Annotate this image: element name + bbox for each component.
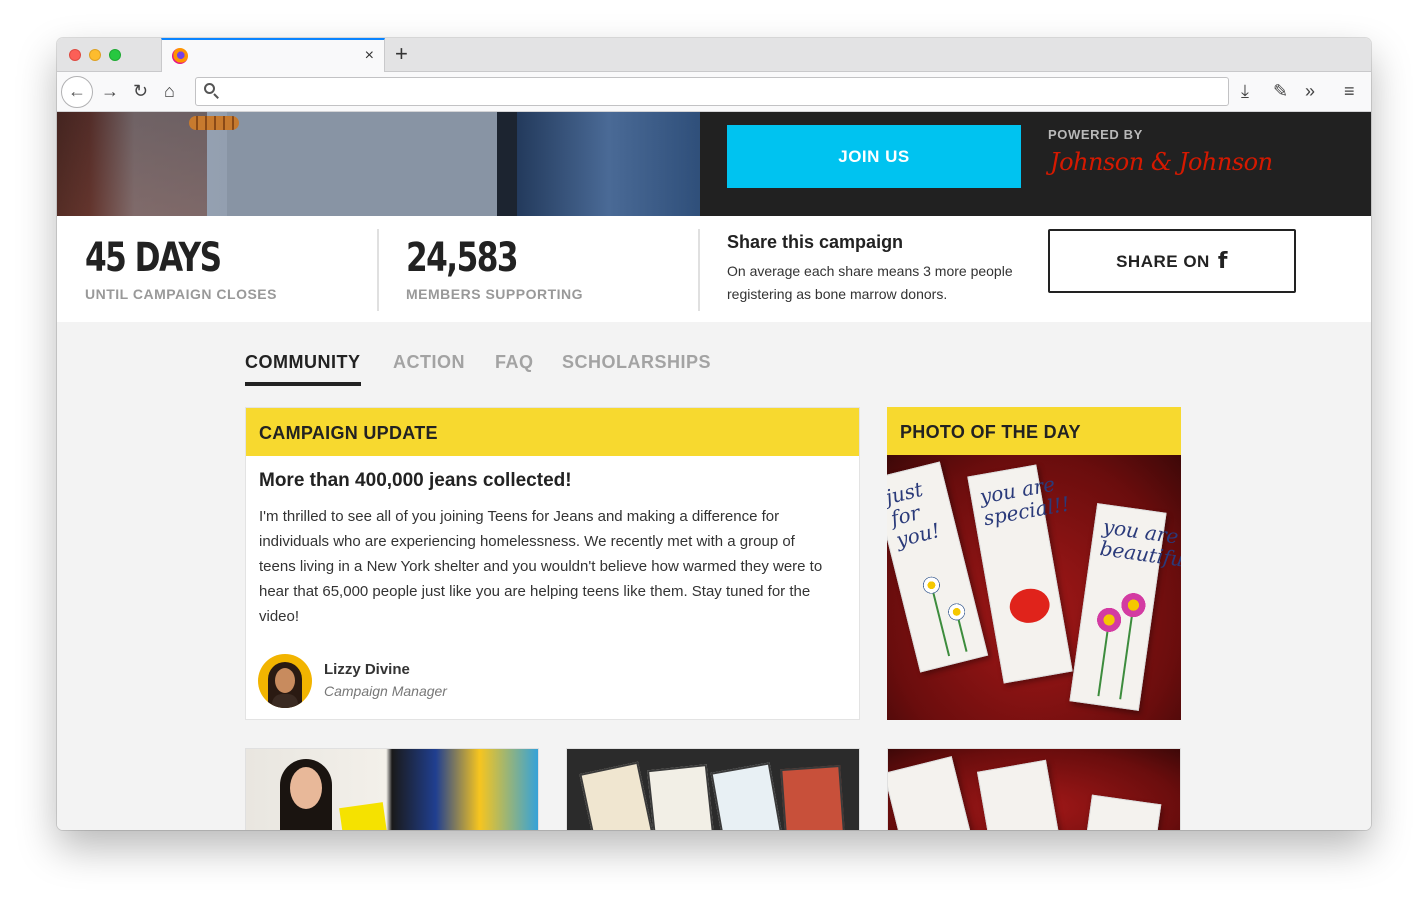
bookmark-card: you are beautiful! (1069, 503, 1181, 711)
overflow-chevron-icon[interactable]: » (1305, 80, 1315, 102)
update-body: I'm thrilled to see all of you joining T… (259, 508, 823, 625)
author-role: Campaign Manager (324, 683, 447, 699)
search-icon (204, 83, 219, 99)
bookmark-text: you are special!! (977, 471, 1072, 531)
members-stat: 24,583 MEMBERS SUPPORTING (406, 232, 583, 302)
forward-button[interactable]: → (101, 80, 119, 102)
stat-label: UNTIL CAMPAIGN CLOSES (85, 286, 277, 302)
join-us-button[interactable]: JOIN US (727, 125, 1021, 188)
days-remaining-stat: 45 DAYS UNTIL CAMPAIGN CLOSES (85, 232, 277, 302)
tab-strip: × + (57, 38, 1371, 72)
back-button[interactable]: ← (61, 76, 93, 108)
campaign-hero: JOIN US POWERED BY Johnson & Johnson (57, 112, 1371, 216)
navigation-toolbar: ← → ↻ ⌂ ⤓ ✎ » ≡ (57, 72, 1371, 112)
window-minimize-button[interactable] (89, 49, 101, 61)
campaign-update-card: CAMPAIGN UPDATE More than 400,000 jeans … (245, 407, 860, 720)
update-title: More than 400,000 jeans collected! (259, 470, 572, 491)
community-photo-thumbnail[interactable] (566, 748, 860, 830)
tab-community[interactable]: COMMUNITY (245, 352, 361, 386)
url-bar[interactable] (195, 77, 1229, 106)
new-tab-button[interactable]: + (395, 42, 408, 66)
share-button-label: SHARE ON (1116, 251, 1210, 271)
facebook-icon: f (1217, 248, 1228, 274)
campaign-update-header: CAMPAIGN UPDATE (246, 408, 859, 456)
community-photo-thumbnail[interactable] (887, 748, 1181, 830)
photo-of-the-day-image[interactable]: just for you! you are special!! you are … (887, 455, 1181, 720)
browser-tab[interactable]: × (161, 38, 385, 72)
stat-value: 24,583 (406, 235, 519, 281)
hamburger-menu-icon[interactable]: ≡ (1344, 80, 1355, 102)
photo-of-the-day-header: PHOTO OF THE DAY (887, 407, 1181, 455)
window-maximize-button[interactable] (109, 49, 121, 61)
stat-value: 45 DAYS (85, 235, 222, 281)
community-photo-thumbnail[interactable] (245, 748, 539, 830)
downloads-icon[interactable]: ⤓ (1241, 80, 1249, 102)
firefox-favicon-icon (172, 48, 188, 64)
share-description: On average each share means 3 more peopl… (727, 263, 1013, 302)
tab-close-icon[interactable]: × (365, 47, 374, 65)
tab-faq[interactable]: FAQ (495, 352, 534, 373)
sponsor-logo[interactable]: Johnson & Johnson (1050, 148, 1273, 176)
share-title: Share this campaign (727, 232, 904, 252)
hero-photo (57, 112, 700, 216)
bookmark-text: you are beautiful! (1098, 514, 1181, 574)
browser-window: × + ← → ↻ ⌂ ⤓ ✎ » ≡ JOIN US POWERED BY J… (57, 38, 1371, 830)
reload-button[interactable]: ↻ (133, 80, 148, 102)
tab-scholarships[interactable]: SCHOLARSHIPS (562, 352, 711, 373)
stat-label: MEMBERS SUPPORTING (406, 286, 584, 302)
avatar (258, 654, 312, 708)
home-button[interactable]: ⌂ (164, 80, 175, 102)
stat-divider (698, 229, 700, 311)
share-on-facebook-button[interactable]: SHARE ON f (1048, 229, 1296, 293)
window-close-button[interactable] (69, 49, 81, 61)
tab-action[interactable]: ACTION (393, 352, 465, 373)
photo-of-the-day-card: PHOTO OF THE DAY just for you! you are s… (887, 407, 1181, 720)
powered-by-label: POWERED BY (1048, 127, 1143, 142)
wrench-icon[interactable]: ✎ (1273, 80, 1288, 102)
stat-divider (377, 229, 379, 311)
author-name: Lizzy Divine (324, 661, 410, 678)
campaign-stats-bar: 45 DAYS UNTIL CAMPAIGN CLOSES 24,583 MEM… (57, 216, 1371, 322)
bookmark-text: just for you! (887, 476, 943, 552)
page-viewport: JOIN US POWERED BY Johnson & Johnson 45 … (57, 112, 1371, 830)
